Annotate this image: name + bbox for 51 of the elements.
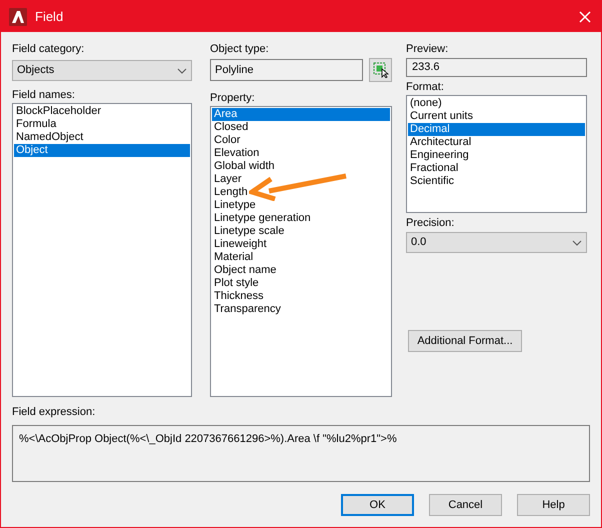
additional-format-button[interactable]: Additional Format...	[408, 330, 522, 352]
field-label: Precision:	[406, 216, 456, 230]
field-label: Object type:	[210, 42, 270, 56]
list-item[interactable]: Decimal	[408, 123, 585, 136]
list-item[interactable]: Fractional	[408, 162, 585, 175]
list-item[interactable]: Current units	[408, 110, 585, 123]
app-logo-icon	[9, 8, 27, 26]
list-item[interactable]: Plot style	[212, 277, 390, 290]
field-label: Property:	[210, 91, 256, 105]
list-item[interactable]: Color	[212, 134, 390, 147]
field-expression-box: %<\AcObjProp Object(%<\_ObjId 2207367661296>%).Area \f "%lu2%pr1">%	[12, 425, 590, 482]
dialog-button[interactable]: Cancel	[429, 494, 502, 516]
list-item[interactable]: Object	[14, 144, 190, 157]
dialog-button[interactable]: Help	[517, 494, 590, 516]
list-item[interactable]: BlockPlaceholder	[14, 105, 190, 118]
list-item[interactable]: Lineweight	[212, 238, 390, 251]
chevron-icon	[177, 68, 187, 74]
close-icon[interactable]	[579, 10, 591, 22]
list-item[interactable]: Formula	[14, 118, 190, 131]
field-label: Format:	[406, 80, 445, 94]
list-item[interactable]: Elevation	[212, 147, 390, 160]
list-item[interactable]: Global width	[212, 160, 390, 173]
list-item[interactable]: Linetype scale	[212, 225, 390, 238]
precision-dropdown[interactable]: 0.0	[406, 232, 587, 253]
list-item[interactable]: Area	[212, 108, 390, 121]
select-object-button[interactable]	[369, 58, 392, 82]
select-object-icon	[372, 62, 388, 78]
list-item[interactable]: Architectural	[408, 136, 585, 149]
list-item[interactable]: Closed	[212, 121, 390, 134]
list-item[interactable]: (none)	[408, 97, 585, 110]
list-item[interactable]: Engineering	[408, 149, 585, 162]
list-item[interactable]: Material	[212, 251, 390, 264]
list-item[interactable]: Length	[212, 186, 390, 199]
list-item[interactable]: Linetype	[212, 199, 390, 212]
field-label: Field category:	[12, 42, 86, 56]
list-item[interactable]: Linetype generation	[212, 212, 390, 225]
preview-field: 233.6	[406, 58, 587, 77]
chevron-icon	[572, 240, 582, 246]
field-label: Field expression:	[12, 405, 96, 419]
category-dropdown[interactable]: Objects	[12, 60, 192, 81]
window-title: Field	[35, 8, 64, 26]
field-label: Preview:	[406, 42, 450, 56]
object-type-field: Polyline	[210, 59, 363, 81]
list-item[interactable]: Object name	[212, 264, 390, 277]
field-label: Field names:	[12, 88, 76, 102]
dialog-button[interactable]: OK	[341, 494, 414, 516]
list-item[interactable]: Scientific	[408, 175, 585, 188]
list-item[interactable]: Layer	[212, 173, 390, 186]
list-item[interactable]: NamedObject	[14, 131, 190, 144]
list-item[interactable]: Transparency	[212, 303, 390, 316]
list-item[interactable]: Thickness	[212, 290, 390, 303]
